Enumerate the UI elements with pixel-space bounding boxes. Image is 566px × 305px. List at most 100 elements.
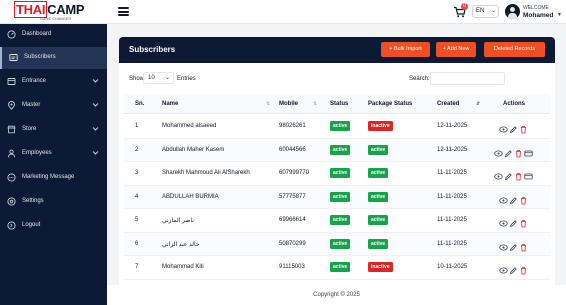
cell-sn: 2 [135,146,139,153]
column-header-sn[interactable]: Sn. [135,101,144,107]
cell-name: Abdullah Maher Kasem [162,146,225,153]
sidebar: Dashboard Subscribers Entrance Master St… [0,24,107,305]
edit-icon[interactable] [509,192,518,204]
sidebar-item-store[interactable]: Store [0,119,107,141]
table-row: 4 ABDULLAH BURMIA 57775877 active active 11-1… [124,185,550,209]
sidebar-item-logout[interactable]: Logout [0,215,107,237]
deleted-records-button[interactable]: Deleted Records [484,42,545,57]
logo-camp: CAMP [47,2,85,17]
entrance-icon [7,78,16,85]
cell-sn: 6 [135,240,139,247]
sidebar-item-label: Store [22,126,37,132]
trash-icon[interactable] [519,239,528,251]
entries-per-page-select[interactable]: 10 ⌄ [143,72,174,84]
cell-mobile: 50870299 [279,240,306,247]
column-header-name[interactable]: Name [162,101,178,107]
sidebar-item-label: Subscribers [24,54,56,60]
trash-icon[interactable] [514,145,523,157]
column-header-mobile[interactable]: Mobile [279,101,298,107]
card-icon[interactable] [524,145,533,156]
brand-logo[interactable]: THAI CAMP [14,1,85,18]
cell-sn: 5 [135,217,139,223]
cell-mobile: 98026261 [279,123,306,129]
column-header-created[interactable]: Created [437,101,459,107]
edit-icon[interactable] [504,145,513,157]
sidebar-item-subscribers[interactable]: Subscribers [0,47,107,69]
user-name[interactable]: Mohamed [523,12,553,19]
cell-name: خالد عبد الزاني [162,241,200,248]
sidebar-item-label: Entrance [22,78,47,84]
panel-header: Subscribers + Bulk Import + Add New Dele… [119,37,555,63]
top-bar: THAI CAMP GAME CHANGER 0 EN ⌄ WELCOME Moh… [0,0,566,24]
view-icon[interactable] [499,215,508,227]
edit-icon[interactable] [509,239,518,251]
sidebar-item-employees[interactable]: Employees [0,143,107,165]
sidebar-item-entrance[interactable]: Entrance [0,71,107,93]
view-icon[interactable] [499,239,508,250]
status-badge: active [330,191,351,202]
sidebar-item-marketing-message[interactable]: Marketing Message [0,167,107,189]
package-status-badge: active [368,168,389,178]
chevron-down-icon: ⌄ [164,75,170,81]
view-icon[interactable] [499,192,508,203]
sort-icon[interactable]: ⇅ [313,101,317,107]
user-menu-chevron-icon[interactable]: ▼ [557,12,562,18]
trash-icon[interactable] [519,262,528,275]
sidebar-item-settings[interactable]: Settings [0,191,107,213]
column-header-status[interactable]: Status [330,101,348,107]
trash-icon[interactable] [519,192,528,204]
cell-sn: 1 [135,123,139,129]
add-new-button[interactable]: + Add New [436,42,476,57]
edit-icon[interactable] [509,215,518,228]
cell-mobile: 91115003 [279,264,305,270]
chevron-down-icon [92,151,99,155]
search-label: Search: [409,76,430,82]
sidebar-item-master[interactable]: Master [0,95,107,117]
view-icon[interactable] [499,262,508,274]
chevron-down-icon [92,127,99,131]
chevron-down-icon [92,103,99,107]
edit-icon[interactable] [509,262,518,275]
sidebar-item-label: Logout [22,222,41,228]
cell-created: 11-11-2025 [437,240,467,247]
edit-icon[interactable] [509,121,518,134]
column-header-package-status[interactable]: Package Status [368,101,412,107]
show-label: Show [129,76,145,82]
copyright-text: Copyright © 2025 [313,292,360,298]
status-badge: active [330,215,351,225]
cell-sn: 3 [135,170,139,176]
menu-toggle-icon[interactable] [118,7,129,16]
view-icon[interactable] [494,145,503,156]
table-row: 2 Abdullah Maher Kasem 60044566 active activ… [124,138,550,162]
cell-mobile: 60044566 [279,146,306,153]
sidebar-item-dashboard[interactable]: Dashboard [0,24,107,46]
trash-icon[interactable] [519,121,528,134]
logo-thai: THAI [14,1,48,18]
chevron-down-icon [92,79,99,83]
cell-name: ناصر المازني [162,218,194,224]
cell-name: ABDULLAH BURMIA [162,193,219,200]
sidebar-item-label: Master [22,102,41,108]
bulk-import-button[interactable]: + Bulk Import [381,42,430,57]
status-badge: active [330,262,351,272]
footer: Copyright © 2025 [107,285,566,305]
sidebar-item-label: Employees [22,150,52,156]
trash-icon[interactable] [514,168,523,181]
table-row: 7 Mohammad Kiti 91115003 active inactive 10-1… [124,256,550,280]
user-avatar[interactable] [505,4,520,19]
card-icon[interactable] [524,168,533,180]
table-row: 3 Sharekh Mahmoud Ali AlSharekh 607999770 a… [124,162,550,186]
sort-icon[interactable]: ⇅ [266,101,270,107]
message-icon [7,173,16,182]
cell-created: 12-11-2025 [437,123,468,129]
search-input[interactable] [430,72,505,85]
gear-icon [7,197,16,206]
trash-icon[interactable] [519,215,528,228]
view-icon[interactable] [494,168,503,180]
language-select[interactable]: EN ⌄ [472,5,499,18]
cell-name: Sharekh Mahmoud Ali AlSharekh [162,170,250,176]
package-status-badge: inactive [368,262,393,272]
edit-icon[interactable] [504,168,513,181]
view-icon[interactable] [499,121,508,133]
sort-desc-icon[interactable]: ⇵ [476,101,480,107]
